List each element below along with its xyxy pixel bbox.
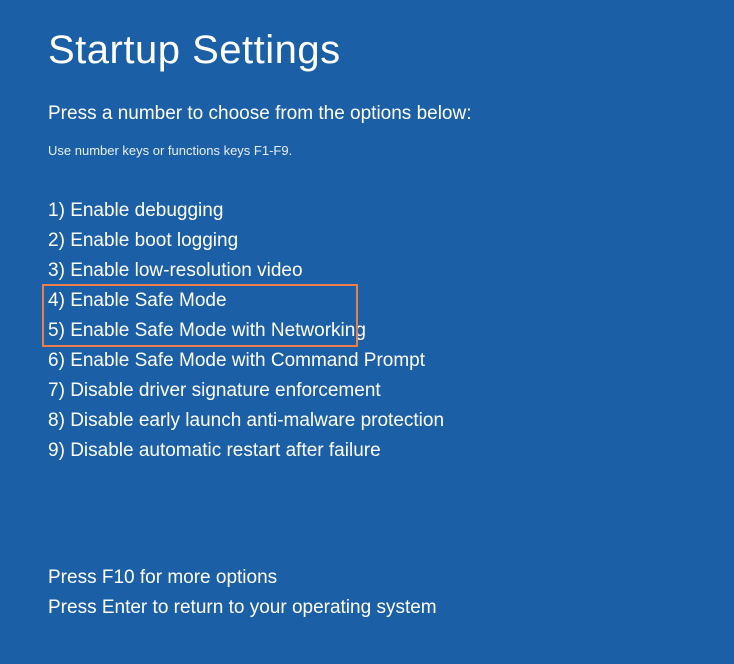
option-disable-driver-sig[interactable]: 7) Disable driver signature enforcement — [48, 376, 686, 406]
option-enable-low-res-video[interactable]: 3) Enable low-resolution video — [48, 256, 686, 286]
footer-instructions: Press F10 for more options Press Enter t… — [48, 563, 437, 622]
more-options-hint: Press F10 for more options — [48, 563, 437, 592]
option-disable-anti-malware[interactable]: 8) Disable early launch anti-malware pro… — [48, 406, 686, 436]
option-enable-safe-mode[interactable]: 4) Enable Safe Mode — [48, 286, 686, 316]
startup-settings-screen: Startup Settings Press a number to choos… — [0, 0, 734, 466]
option-enable-safe-mode-networking[interactable]: 5) Enable Safe Mode with Networking — [48, 316, 686, 346]
instruction-text: Press a number to choose from the option… — [48, 103, 686, 125]
return-hint: Press Enter to return to your operating … — [48, 593, 437, 622]
option-enable-safe-mode-cmd[interactable]: 6) Enable Safe Mode with Command Prompt — [48, 346, 686, 376]
options-list: 1) Enable debugging 2) Enable boot loggi… — [48, 196, 686, 466]
hint-text: Use number keys or functions keys F1-F9. — [48, 143, 686, 158]
option-disable-auto-restart[interactable]: 9) Disable automatic restart after failu… — [48, 436, 686, 466]
page-title: Startup Settings — [48, 28, 686, 73]
option-enable-debugging[interactable]: 1) Enable debugging — [48, 196, 686, 226]
option-enable-boot-logging[interactable]: 2) Enable boot logging — [48, 226, 686, 256]
